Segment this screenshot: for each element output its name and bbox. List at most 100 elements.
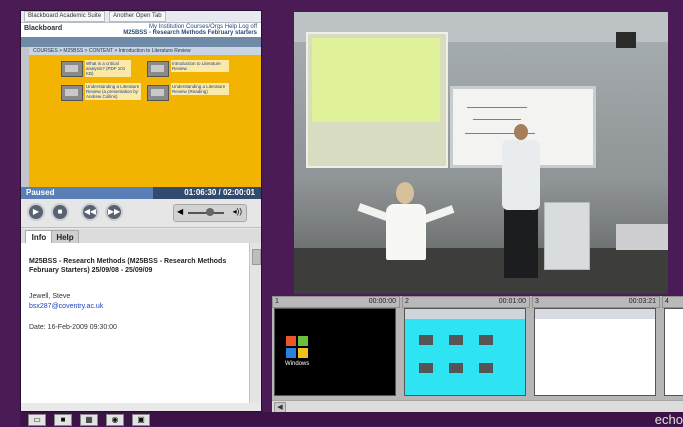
lms-content: What is a critical analysis? (PDF 101 KB…	[29, 55, 261, 187]
info-tabs: Info Help	[21, 229, 261, 244]
course-title: M25BSS - Research Methods February start…	[123, 30, 257, 36]
zoom-icon: ◉	[111, 415, 119, 424]
slide-image: Windows	[274, 308, 396, 396]
status-text: Paused	[26, 188, 55, 197]
volume-left-icon: ◀	[177, 207, 184, 216]
lms-breadcrumb: COURSES > M25BSS > CONTENT > Introductio…	[29, 47, 261, 55]
slide-thumbnail[interactable]: 4	[662, 296, 683, 396]
left-panel: Blackboard Academic Suite Another Open T…	[20, 10, 262, 412]
info-scrollbar[interactable]	[249, 243, 261, 403]
windows-caption: Windows	[285, 361, 310, 367]
content-thumbnail	[61, 85, 83, 101]
slide-browser-bar	[535, 309, 655, 319]
recording-date: Date: 16-Feb-2009 09:30:00	[29, 324, 117, 331]
slide-image	[664, 308, 683, 396]
lecturer-head	[514, 124, 528, 140]
slide-thumb-mini	[479, 335, 493, 345]
slide-thumbnail-strip: 1 00:00:00 Windows 2 00:01:00 3 00:03:21…	[272, 296, 683, 400]
zoom-button[interactable]: ◉	[106, 414, 124, 426]
bottom-toolbar: ▭ ■ ▦ ◉ ▣ echo	[20, 412, 683, 427]
layout-1-icon: ▭	[33, 415, 41, 424]
layout-2-button[interactable]: ■	[54, 414, 72, 426]
presenter-name: Jewell, Steve	[29, 293, 71, 300]
slide-thumb-mini	[419, 363, 433, 373]
slide-number: 3	[535, 298, 539, 305]
slide-thumb-mini	[419, 335, 433, 345]
slide-number: 1	[275, 298, 279, 305]
video-feed[interactable]	[294, 12, 668, 294]
whiteboard-writing	[467, 107, 527, 108]
fast-forward-button[interactable]: ▶▶	[105, 203, 123, 221]
rewind-icon: ◀◀	[83, 207, 97, 216]
playback-controls: ▶ ■ ◀◀ ▶▶ ◀ ◂))	[21, 199, 261, 228]
presenter-email-link[interactable]: bsx287@coventry.ac.uk	[29, 303, 243, 310]
presenter-head	[396, 182, 414, 204]
room-floor	[294, 248, 668, 294]
content-thumbnail	[147, 61, 169, 77]
slide-header: 4	[662, 296, 683, 308]
layout-1-button[interactable]: ▭	[28, 414, 46, 426]
projected-slide	[312, 38, 440, 122]
screen-capture: Blackboard Academic Suite Another Open T…	[21, 11, 261, 187]
slide-header: 2 00:01:00	[402, 296, 530, 308]
time-readout: 01:06:30 / 02:00:01	[184, 188, 255, 197]
slide-time: 00:03:21	[628, 298, 656, 305]
play-button[interactable]: ▶	[27, 203, 45, 221]
projection-screen	[306, 32, 448, 168]
slide-thumbnail[interactable]: 3 00:03:21	[532, 296, 660, 396]
lecture-title: M25BSS - Research Methods (M25BSS - Rese…	[29, 258, 227, 274]
info-panel: M25BSS - Research Methods (M25BSS - Rese…	[21, 243, 249, 403]
slide-thumb-mini	[449, 363, 463, 373]
slide-thumbnail[interactable]: 2 00:01:00	[402, 296, 530, 396]
browser-tab: Another Open Tab	[109, 11, 166, 22]
content-link: What is a critical analysis? (PDF 101 KB…	[85, 60, 131, 77]
cabinet	[544, 202, 590, 270]
play-icon: ▶	[32, 207, 40, 216]
layout-2-icon: ■	[60, 415, 66, 424]
slide-thumb-mini	[479, 363, 493, 373]
lecturer-legs	[504, 208, 538, 278]
volume-slider-knob[interactable]	[205, 208, 214, 216]
rewind-button[interactable]: ◀◀	[81, 203, 99, 221]
slide-time: 00:01:00	[498, 298, 526, 305]
windows-logo-icon	[286, 336, 308, 358]
player-window: Blackboard Academic Suite Another Open T…	[0, 0, 683, 427]
echo-logo: echo	[654, 412, 683, 427]
stop-button[interactable]: ■	[51, 203, 69, 221]
slide-thumbnail[interactable]: 1 00:00:00 Windows	[272, 296, 400, 396]
slide-thumb-mini	[449, 335, 463, 345]
slide-time: 00:00:00	[368, 298, 396, 305]
slide-number: 4	[665, 298, 669, 305]
scroll-thumb[interactable]	[252, 249, 261, 265]
slide-header: 1 00:00:00	[272, 296, 400, 308]
grid-icon: ▦	[85, 415, 93, 424]
browser-tabbar: Blackboard Academic Suite Another Open T…	[21, 11, 261, 23]
slide-browser-bar	[405, 309, 525, 319]
slide-image	[534, 308, 656, 396]
lms-nav	[21, 37, 261, 47]
stop-icon: ■	[57, 207, 63, 216]
desk	[616, 224, 668, 250]
lms-header: Blackboard My Institution Courses/Orgs H…	[21, 23, 261, 38]
content-thumbnail	[61, 61, 83, 77]
slide-image	[404, 308, 526, 396]
speaker-icon: ◂))	[232, 207, 242, 216]
playback-status-bar[interactable]: Paused 01:06:30 / 02:00:01	[21, 187, 261, 199]
volume-control[interactable]: ◀ ◂))	[173, 204, 247, 222]
presenter-figure	[386, 204, 426, 260]
content-link: Understanding a Literature Review (Readi…	[171, 83, 229, 95]
arrow-left-icon: ◀	[277, 404, 283, 411]
content-link: Introduction to Literature Review	[171, 60, 229, 72]
tab-help[interactable]: Help	[51, 230, 79, 244]
fullscreen-button[interactable]: ▣	[132, 414, 150, 426]
browser-tab: Blackboard Academic Suite	[24, 11, 106, 22]
tab-info[interactable]: Info	[25, 230, 53, 244]
grid-button[interactable]: ▦	[80, 414, 98, 426]
content-link: Understanding a Literature Review (a pre…	[85, 83, 141, 100]
fullscreen-icon: ▣	[137, 415, 145, 424]
lms-logo: Blackboard	[24, 25, 63, 32]
whiteboard-writing	[473, 119, 521, 120]
wall-speaker	[616, 32, 636, 48]
slide-header: 3 00:03:21	[532, 296, 660, 308]
lms-sidebar	[21, 47, 29, 187]
